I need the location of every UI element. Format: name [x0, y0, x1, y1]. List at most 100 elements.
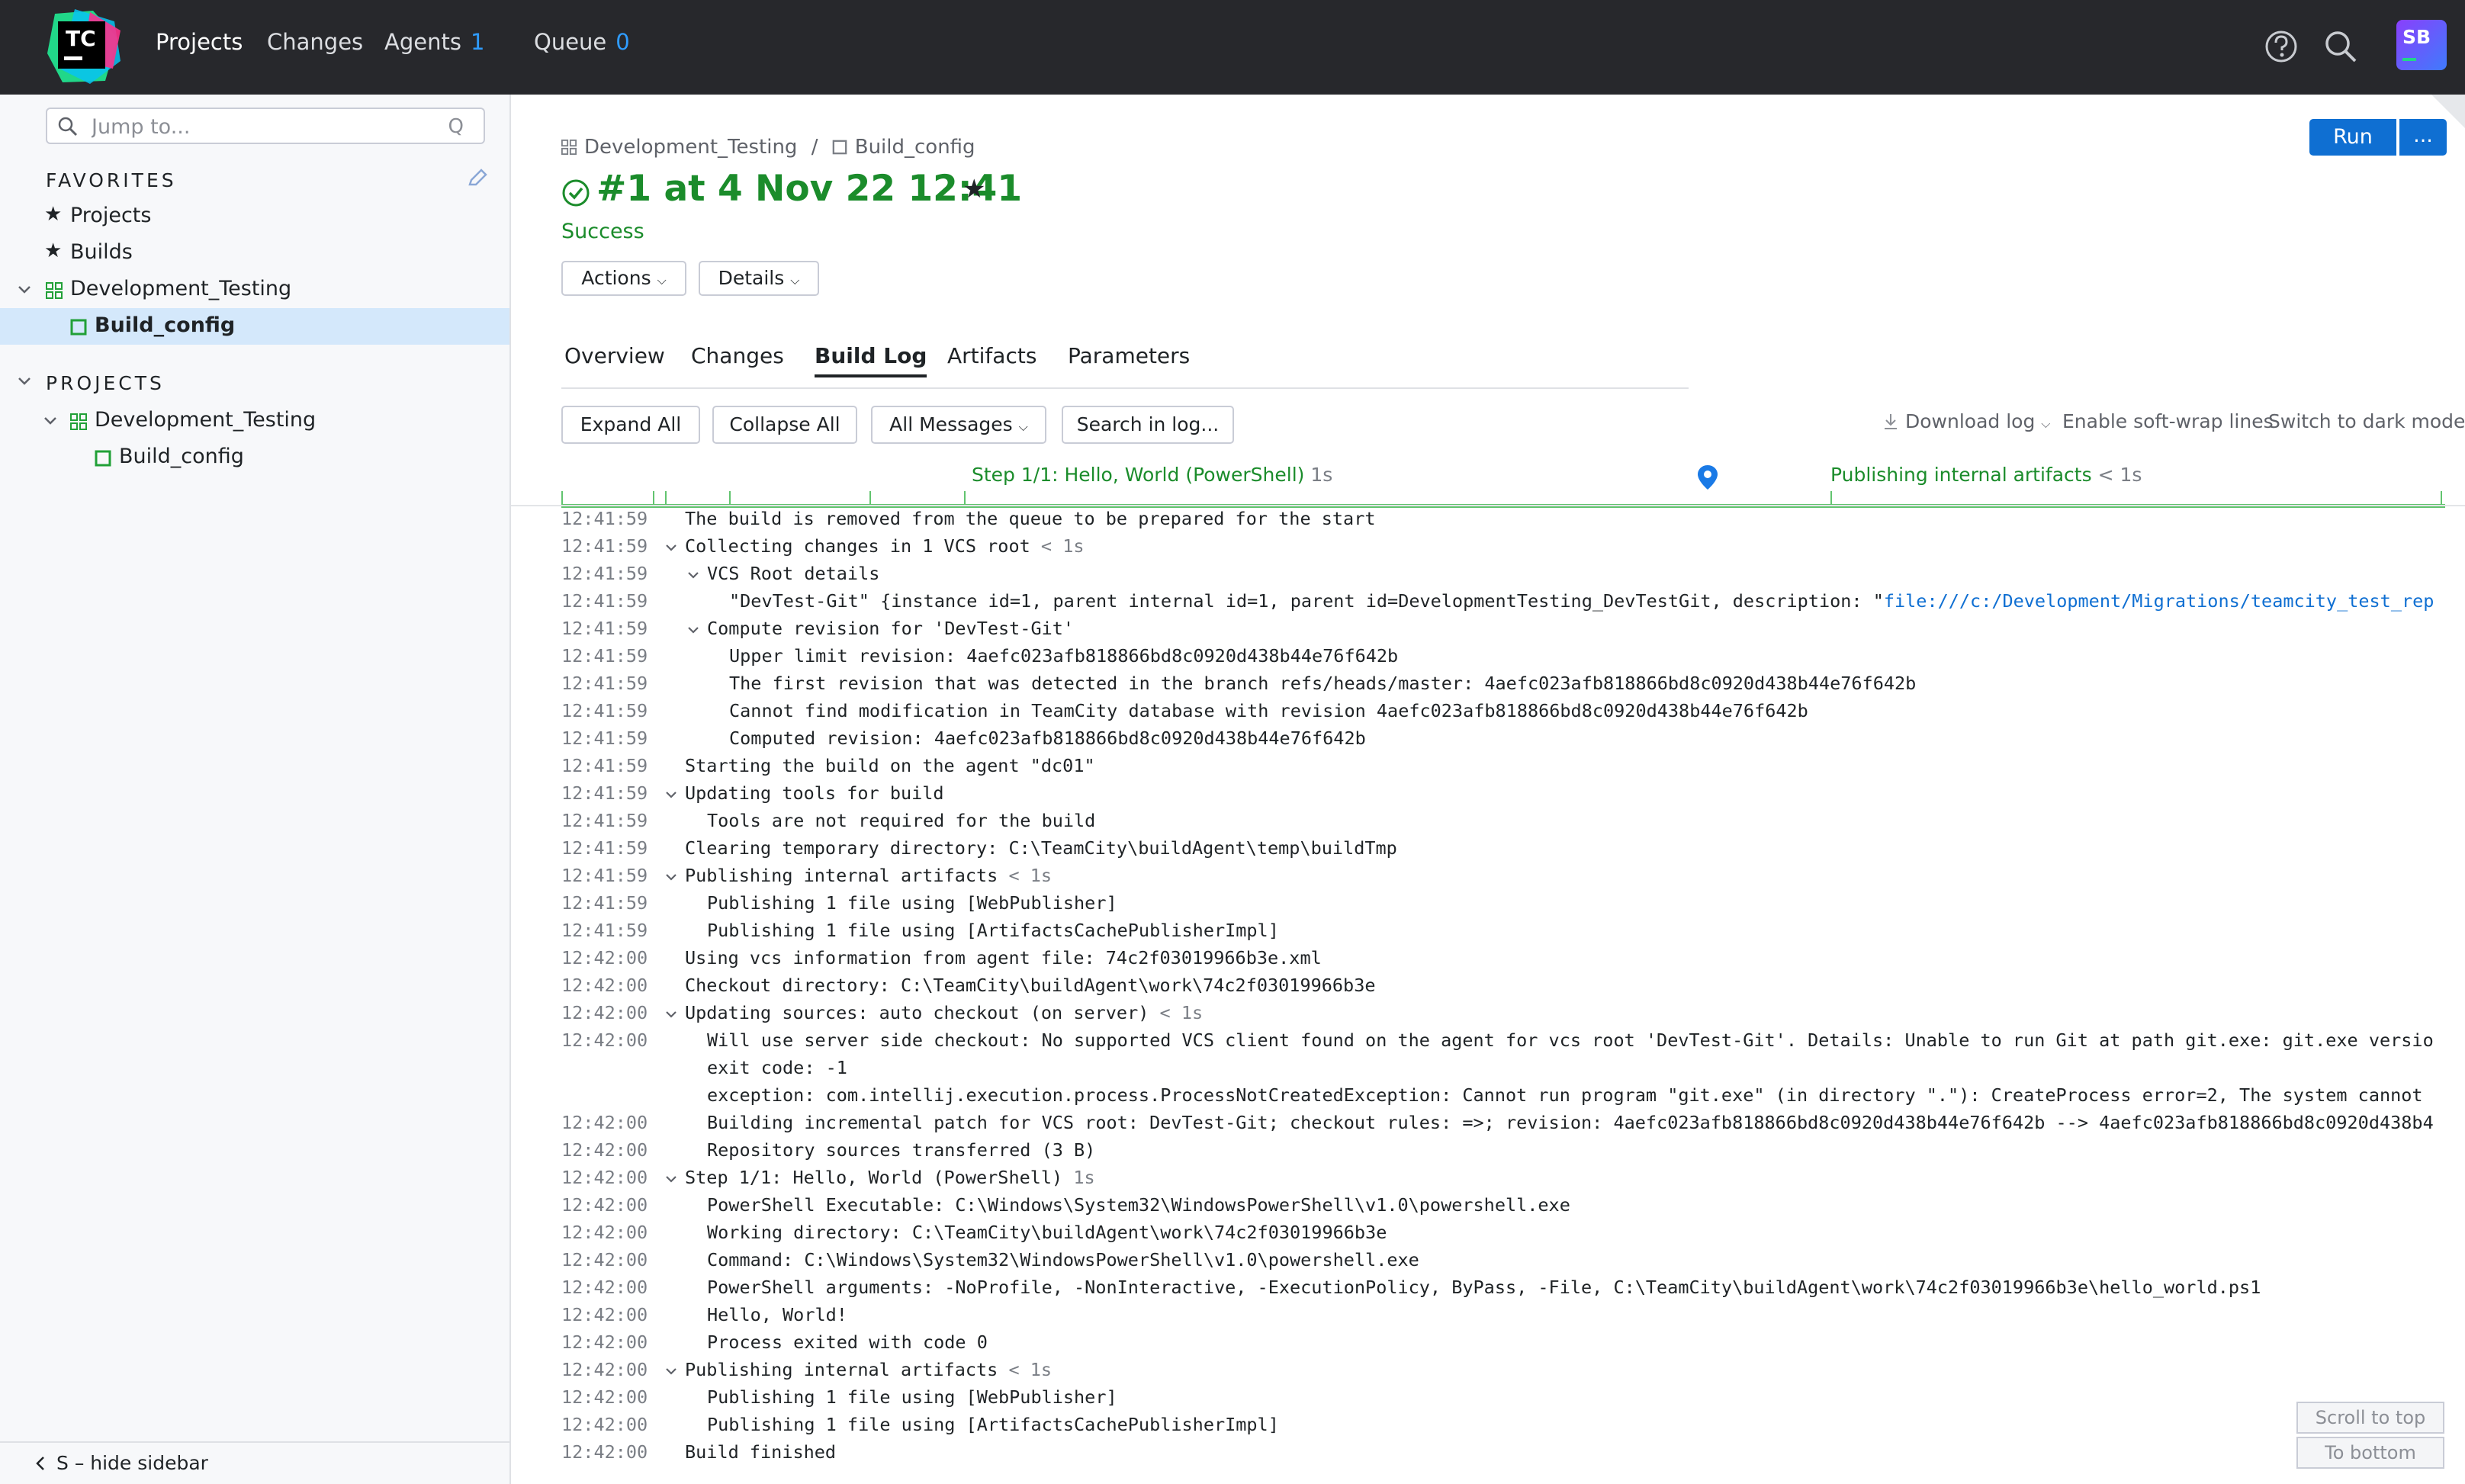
- nav-queue[interactable]: Queue 0: [534, 29, 630, 55]
- scroll-to-top-button[interactable]: Scroll to top: [2296, 1402, 2444, 1434]
- log-timestamp: 12:41:59: [561, 618, 648, 639]
- chevron-down-icon[interactable]: [664, 1007, 679, 1022]
- log-message[interactable]: Publishing internal artifacts < 1s: [685, 865, 1052, 886]
- all-messages-dropdown[interactable]: All Messages ⌵: [871, 406, 1046, 444]
- chevron-down-icon[interactable]: [664, 540, 679, 555]
- log-timestamp: 12:42:00: [561, 1414, 648, 1435]
- tab-parameters[interactable]: Parameters: [1068, 343, 1190, 368]
- log-message: Using vcs information from agent file: 7…: [685, 947, 1322, 968]
- chevron-down-icon[interactable]: [664, 787, 679, 802]
- log-message[interactable]: VCS Root details: [707, 563, 879, 584]
- log-message[interactable]: Updating sources: auto checkout (on serv…: [685, 1002, 1203, 1023]
- logo-text: TC: [66, 26, 96, 51]
- log-message[interactable]: Step 1/1: Hello, World (PowerShell) 1s: [685, 1167, 1095, 1188]
- scroll-to-bottom-button[interactable]: To bottom: [2296, 1437, 2444, 1469]
- favorite-projects[interactable]: ★ Projects: [0, 198, 509, 235]
- hide-sidebar-button[interactable]: S – hide sidebar: [0, 1441, 509, 1484]
- log-text: Working directory: C:\TeamCity\buildAgen…: [707, 1222, 1387, 1243]
- log-link[interactable]: file:///c:/Development/Migrations/teamci…: [1884, 590, 2434, 612]
- user-avatar[interactable]: SB: [2396, 20, 2447, 70]
- chevron-down-icon[interactable]: [686, 567, 701, 583]
- search-in-log-button[interactable]: Search in log...: [1062, 406, 1234, 444]
- favorites-heading: FAVORITES: [46, 169, 177, 191]
- log-timestamp: 12:42:00: [561, 1167, 648, 1188]
- log-message[interactable]: Compute revision for 'DevTest-Git': [707, 618, 1074, 639]
- tab-build-log[interactable]: Build Log: [815, 343, 927, 377]
- breadcrumb-project-link[interactable]: Development_Testing: [584, 136, 797, 159]
- log-message[interactable]: Publishing internal artifacts < 1s: [685, 1359, 1052, 1380]
- favorite-build-config[interactable]: Build_config: [0, 308, 509, 345]
- project-icon: [46, 282, 63, 299]
- breadcrumb-separator: /: [811, 136, 818, 159]
- log-text: exit code: -1: [707, 1057, 847, 1078]
- timeline-step[interactable]: Step 1/1: Hello, World (PowerShell) 1s: [972, 464, 1332, 486]
- log-text: Build finished: [685, 1441, 837, 1463]
- chevron-down-icon[interactable]: [17, 282, 32, 297]
- jump-to-search[interactable]: Q: [46, 108, 485, 144]
- log-message: exception: com.intellij.execution.proces…: [707, 1084, 2423, 1106]
- favorite-builds[interactable]: ★ Builds: [0, 235, 509, 271]
- top-navigation-bar: TC Projects Changes Agents 1 Queue 0 SB: [0, 0, 2465, 95]
- log-message: Publishing 1 file using [WebPublisher]: [707, 1386, 1117, 1408]
- log-text: Publishing 1 file using [WebPublisher]: [707, 1386, 1117, 1408]
- project-build-config[interactable]: Build_config: [0, 439, 509, 476]
- log-text: Process exited with code 0: [707, 1331, 988, 1353]
- search-icon[interactable]: [2320, 26, 2361, 67]
- tab-overview[interactable]: Overview: [564, 343, 665, 368]
- expand-all-button[interactable]: Expand All: [561, 406, 700, 444]
- chevron-down-icon: ⌵: [2041, 416, 2051, 431]
- build-title: #1 at 4 Nov 22 12:41: [596, 168, 1023, 210]
- log-message: Tools are not required for the build: [707, 810, 1095, 831]
- log-text: Compute revision for 'DevTest-Git': [707, 618, 1075, 639]
- download-icon: [1885, 414, 1897, 429]
- download-log-button[interactable]: Download log ⌵: [1882, 410, 2050, 432]
- log-timestamp: 12:42:00: [561, 1222, 648, 1243]
- help-icon[interactable]: [2261, 26, 2302, 67]
- favorite-development-testing-label: Development_Testing: [70, 277, 292, 300]
- log-timestamp: 12:42:00: [561, 975, 648, 996]
- favorite-development-testing[interactable]: Development_Testing: [0, 271, 509, 308]
- chevron-down-icon[interactable]: [686, 622, 701, 638]
- timeline-publish-label: Publishing internal artifacts: [1830, 464, 2092, 486]
- log-divider: [511, 505, 2465, 506]
- edit-favorites-icon[interactable]: [465, 166, 490, 191]
- nav-projects-label: Projects: [156, 29, 243, 55]
- tab-artifacts[interactable]: Artifacts: [947, 343, 1036, 368]
- nav-changes-label: Changes: [267, 29, 364, 55]
- teamcity-logo[interactable]: TC: [44, 8, 124, 87]
- chevron-down-icon[interactable]: [664, 1171, 679, 1187]
- log-message[interactable]: Updating tools for build: [685, 782, 944, 804]
- timeline-step-label: Step 1/1: Hello, World (PowerShell): [972, 464, 1305, 486]
- chevron-down-icon[interactable]: [664, 1364, 679, 1379]
- chevron-down-icon[interactable]: [664, 869, 679, 885]
- chevron-down-icon[interactable]: [17, 374, 32, 389]
- nav-projects[interactable]: Projects: [156, 29, 243, 55]
- details-dropdown[interactable]: Details ⌵: [699, 261, 819, 296]
- log-text: VCS Root details: [707, 563, 880, 584]
- jump-to-input[interactable]: [90, 114, 429, 140]
- log-message[interactable]: Collecting changes in 1 VCS root < 1s: [685, 535, 1085, 557]
- log-timestamp: 12:41:59: [561, 728, 648, 749]
- run-options-button[interactable]: ...: [2399, 119, 2447, 156]
- tab-changes[interactable]: Changes: [691, 343, 784, 368]
- dark-mode-toggle[interactable]: Switch to dark mode: [2268, 410, 2465, 432]
- log-message: Publishing 1 file using [ArtifactsCacheP…: [707, 920, 1279, 941]
- collapse-all-button[interactable]: Collapse All: [712, 406, 857, 444]
- log-text: Starting the build on the agent "dc01": [685, 755, 1095, 776]
- breadcrumb-config-link[interactable]: Build_config: [855, 136, 975, 159]
- run-button[interactable]: Run: [2309, 119, 2396, 156]
- actions-dropdown[interactable]: Actions ⌵: [561, 261, 686, 296]
- soft-wrap-toggle[interactable]: Enable soft-wrap lines: [2062, 410, 2274, 432]
- nav-changes[interactable]: Changes: [267, 29, 363, 55]
- project-development-testing[interactable]: Development_Testing: [0, 403, 509, 439]
- log-message: Checkout directory: C:\TeamCity\buildAge…: [685, 975, 1375, 996]
- star-icon[interactable]: ★: [963, 174, 985, 204]
- log-text: Repository sources transferred (3 B): [707, 1139, 1096, 1161]
- log-timestamp: 12:41:59: [561, 508, 648, 529]
- location-pin-icon[interactable]: [1696, 464, 1719, 491]
- timeline-publish[interactable]: Publishing internal artifacts < 1s: [1830, 464, 2142, 486]
- timeline-step-duration: 1s: [1310, 464, 1333, 486]
- log-message: Publishing 1 file using [WebPublisher]: [707, 892, 1117, 914]
- chevron-down-icon[interactable]: [43, 413, 58, 429]
- nav-agents[interactable]: Agents 1: [384, 29, 484, 55]
